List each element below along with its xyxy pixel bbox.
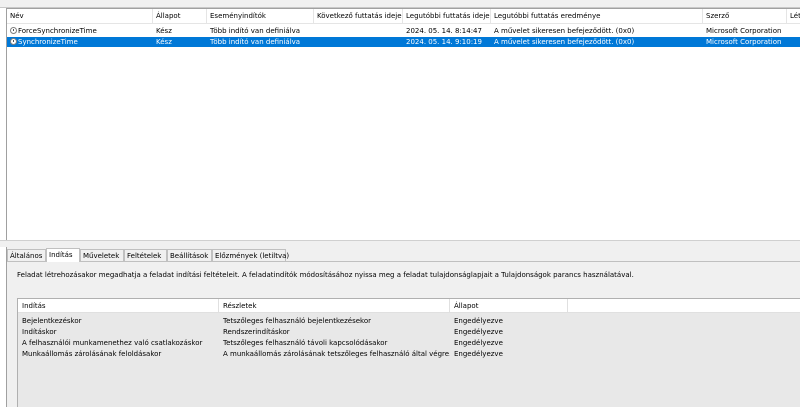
triggers-description: Feladat létrehozásakor megadhatja a fela… [17, 271, 634, 279]
column-header-last-result[interactable]: Legutóbbi futtatás eredménye [491, 9, 703, 24]
trigger-details: Tetszőleges felhasználó bejelentkezéseko… [223, 317, 372, 325]
tab-conditions[interactable]: Feltételek [124, 249, 167, 261]
trigger-status: Engedélyezve [454, 317, 503, 325]
task-row-selected[interactable]: SynchronizeTime Kész Több indító van def… [7, 37, 800, 47]
trigger-status: Engedélyezve [454, 328, 503, 336]
column-header-triggers[interactable]: Eseményindítók [207, 9, 314, 24]
top-toolbar-edge [0, 0, 800, 8]
task-clock-icon [10, 27, 17, 34]
tab-actions[interactable]: Műveletek [80, 249, 124, 261]
task-last-result: A művelet sikeresen befejeződött. (0x0) [494, 27, 635, 35]
task-name-cell: SynchronizeTime [7, 37, 153, 47]
trigger-row[interactable]: A felhasználói munkamenethez való csatla… [18, 338, 800, 348]
tab-triggers[interactable]: Indítás [46, 248, 80, 262]
task-next-run [314, 26, 403, 36]
tab-general[interactable]: Általános [7, 249, 46, 261]
trigger-type: A felhasználói munkamenethez való csatla… [22, 339, 203, 347]
tab-content-triggers: Feladat létrehozásakor megadhatja a fela… [7, 261, 800, 407]
triggers-list-header: Indítás Részletek Állapot [18, 299, 800, 313]
task-author: Microsoft Corporation [706, 38, 782, 46]
task-last-result: A művelet sikeresen befejeződött. (0x0) [494, 38, 635, 46]
column-header-trigger[interactable]: Indítás [18, 299, 219, 313]
task-clock-icon [10, 38, 17, 45]
trigger-row[interactable]: Bejelentkezéskor Tetszőleges felhasználó… [18, 316, 800, 326]
trigger-status: Engedélyezve [454, 339, 503, 347]
task-name-cell: ForceSynchronizeTime [7, 26, 153, 36]
task-author: Microsoft Corporation [706, 27, 782, 35]
task-triggers: Több indító van definiálva [210, 38, 301, 46]
trigger-row[interactable]: Indításkor Rendszerindításkor Engedélyez… [18, 327, 800, 337]
trigger-details: Rendszerindításkor [223, 328, 290, 336]
task-last-run: 2024. 05. 14. 8:14:47 [406, 27, 482, 35]
column-header-author[interactable]: Szerző [703, 9, 787, 24]
task-detail-pane: Általános Indítás Műveletek Feltételek B… [6, 247, 800, 407]
task-status: Kész [156, 38, 172, 46]
task-triggers: Több indító van definiálva [210, 27, 301, 35]
column-header-next-run[interactable]: Következő futtatás ideje [314, 9, 403, 24]
task-name: SynchronizeTime [18, 38, 78, 46]
task-list-header: Név Állapot Eseményindítók Következő fut… [7, 9, 800, 24]
trigger-type: Bejelentkezéskor [22, 317, 82, 325]
task-last-run: 2024. 05. 14. 9:10:19 [406, 38, 482, 46]
task-next-run [314, 37, 403, 47]
pane-splitter[interactable] [0, 240, 800, 247]
trigger-details: A munkaállomás zárolásának tetszőleges f… [223, 350, 450, 358]
column-header-name[interactable]: Név [7, 9, 153, 24]
trigger-status: Engedélyezve [454, 350, 503, 358]
triggers-list[interactable]: Indítás Részletek Állapot Bejelentkezésk… [17, 298, 800, 407]
tab-settings[interactable]: Beállítások [167, 249, 212, 261]
column-header-last-run[interactable]: Legutóbbi futtatás ideje [403, 9, 491, 24]
trigger-type: Munkaállomás zárolásának feloldásakor [22, 350, 162, 358]
task-status: Kész [156, 27, 172, 35]
column-header-details[interactable]: Részletek [219, 299, 450, 313]
column-header-status[interactable]: Állapot [153, 9, 207, 24]
trigger-details: Tetszőleges felhasználó távoli kapcsolód… [223, 339, 388, 347]
task-name: ForceSynchronizeTime [18, 27, 97, 35]
tab-history[interactable]: Előzmények (letiltva) [212, 249, 289, 261]
trigger-row[interactable]: Munkaállomás zárolásának feloldásakor A … [18, 349, 800, 359]
task-row[interactable]: ForceSynchronizeTime Kész Több indító va… [7, 26, 800, 36]
column-header-trigger-status[interactable]: Állapot [450, 299, 568, 313]
task-list[interactable]: Név Állapot Eseményindítók Következő fut… [6, 8, 800, 240]
column-header-created[interactable]: Létr [787, 9, 800, 24]
trigger-type: Indításkor [22, 328, 57, 336]
